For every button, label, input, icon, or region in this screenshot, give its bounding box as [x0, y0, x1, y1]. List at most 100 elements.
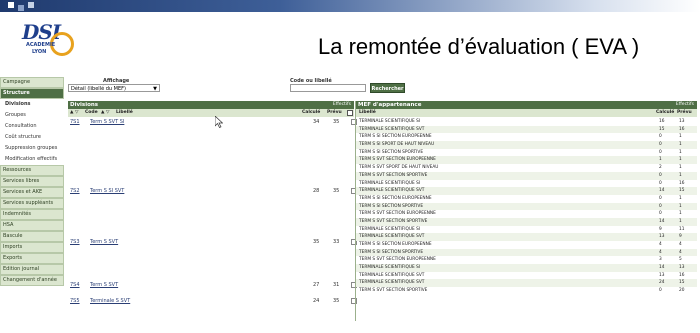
table-row[interactable]: 7S4 Term S SVT 27 31 — [70, 282, 357, 290]
sidebar-item-imports[interactable]: Imports — [0, 242, 64, 253]
mef-libelle: TERM S SI SECTION EUROPEENNE — [359, 195, 432, 201]
list-item: TERM S SVT SECTION EUROPEENNE 1 1 — [356, 156, 697, 165]
division-code-link[interactable]: 7S1 — [70, 119, 80, 125]
table-row[interactable]: 7S1 Term S SVT SI 34 35 — [70, 119, 357, 127]
banner-square — [28, 2, 34, 8]
sidebar-item-services-suppl-ants[interactable]: Services suppléants — [0, 198, 64, 209]
division-code-link[interactable]: 7S3 — [70, 239, 80, 245]
mef-prevu: 1 — [679, 149, 682, 155]
sidebar-item-ressources[interactable]: Ressources — [0, 165, 64, 176]
mef-prevu: 1 — [679, 134, 682, 140]
mef-calcule: 15 — [659, 126, 665, 132]
search-button[interactable]: Rechercher — [370, 83, 405, 93]
mef-prevu: 1 — [679, 218, 682, 224]
division-code-link[interactable]: 7S2 — [70, 188, 80, 194]
mef-libelle: TERM S SI SECTION SPORTIVE — [359, 249, 424, 255]
mef-prevu: 5 — [679, 257, 682, 263]
division-prevu: 35 — [333, 119, 340, 125]
list-item: TERM S SVT SECTION SPORTIVE 0 20 — [356, 287, 697, 295]
mef-calcule: 0 — [659, 195, 662, 201]
sidebar-item-services-libres[interactable]: Services libres — [0, 176, 64, 187]
mef-calcule: 0 — [659, 142, 662, 148]
mef-calcule: 24 — [659, 280, 665, 286]
list-item: TERM S SI SECTION SPORTIVE 0 1 — [356, 149, 697, 157]
list-item: TERMINALE SCIENTIFIQUE SI 14 13 — [356, 264, 697, 272]
mef-prevu: 15 — [679, 188, 685, 194]
sidebar-item-suppression-groupes[interactable]: Suppression groupes — [0, 143, 64, 154]
sidebar-item-divisions[interactable]: Divisions — [0, 99, 64, 110]
dsi-logo: DSI ACADEMIE LYON — [20, 20, 74, 62]
logo-lyon-text: LYON — [32, 49, 47, 55]
division-calcule: 34 — [313, 119, 320, 125]
divisions-header: Divisions Effectifs — [68, 101, 354, 109]
mef-prevu: 13 — [679, 265, 685, 271]
mef-libelle: TERM S SVT SECTION SPORTIVE — [359, 172, 428, 178]
banner-square — [8, 2, 14, 8]
division-prevu: 35 — [333, 298, 340, 304]
sort-libelle-icon[interactable]: ▲ ▽ — [101, 109, 110, 117]
mef-calcule: 0 — [659, 149, 662, 155]
mef-libelle: TERM S SI SECTION EUROPEENNE — [359, 242, 432, 247]
list-item: TERMINALE SCIENTIFIQUE SVT 24 15 — [356, 279, 697, 288]
top-banner — [0, 0, 700, 12]
mef-calcule: 14 — [659, 265, 665, 271]
mef-calcule: 3 — [659, 257, 662, 263]
mef-prevu: 1 — [679, 157, 682, 163]
sidebar-item-consultation[interactable]: Consultation — [0, 121, 64, 132]
sidebar-item-structure[interactable]: Structure — [0, 88, 64, 99]
mef-libelle: TERM S SI SECTION SPORTIVE — [359, 203, 424, 209]
panel-divider — [355, 101, 356, 321]
sidebar-item-campagne[interactable]: Campagne — [0, 77, 64, 88]
mef-prevu: 1 — [679, 203, 682, 209]
sidebar-item-exports[interactable]: Exports — [0, 253, 64, 264]
division-code-link[interactable]: 7S5 — [70, 298, 80, 304]
division-libelle-link[interactable]: Terminale S SVT — [90, 298, 130, 304]
sidebar-item-bascule[interactable]: Bascule — [0, 231, 64, 242]
mef-col-libelle: Libellé — [359, 110, 376, 115]
mef-title: MEF d'appartenance — [358, 102, 422, 108]
mef-prevu: 13 — [679, 119, 685, 124]
mef-calcule: 13 — [659, 234, 665, 240]
col-code[interactable]: Code — [85, 109, 98, 117]
sort-code-icon[interactable]: ▲ ▽ — [70, 109, 79, 117]
division-code-link[interactable]: 7S4 — [70, 282, 80, 288]
code-input[interactable] — [290, 84, 366, 92]
sidebar-item-services-et-ake[interactable]: Services et AKE — [0, 187, 64, 198]
division-calcule: 35 — [313, 239, 320, 245]
mef-prevu: 4 — [679, 242, 682, 247]
mef-prevu: 1 — [679, 142, 682, 148]
sidebar-item-groupes[interactable]: Groupes — [0, 110, 64, 121]
list-item: TERM S SVT SPORT DE HAUT NIVEAU 2 1 — [356, 164, 697, 172]
mef-libelle: TERMINALE SCIENTIFIQUE SVT — [359, 126, 425, 132]
division-prevu: 35 — [333, 188, 340, 194]
mef-calcule: 0 — [659, 134, 662, 140]
affichage-select[interactable]: Détail (libellé du MEF) ▼ — [68, 84, 160, 92]
sidebar-item-modification-effectifs[interactable]: Modification effectifs — [0, 154, 64, 165]
mef-header: MEF d'appartenance Effectifs — [356, 101, 697, 109]
table-row[interactable]: 7S2 Term S SI SVT 28 35 — [70, 188, 357, 196]
table-row[interactable]: 7S5 Terminale S SVT 24 35 — [70, 298, 357, 306]
sidebar-item-changement-d-ann-e[interactable]: Changement d'année — [0, 275, 64, 286]
division-libelle-link[interactable]: Term S SVT — [90, 282, 118, 288]
list-item: TERM S SVT SECTION EUROPEENNE 0 1 — [356, 210, 697, 218]
row-checkbox[interactable] — [351, 298, 357, 304]
division-libelle-link[interactable]: Term S SI SVT — [90, 188, 124, 194]
col-prevu: Prévu — [327, 110, 342, 115]
mef-prevu: 4 — [679, 249, 682, 255]
division-libelle-link[interactable]: Term S SVT SI — [90, 119, 124, 125]
sidebar-item-edition-journal[interactable]: Edition journal — [0, 264, 64, 275]
list-item: TERM S SI SPORT DE HAUT NIVEAU 0 1 — [356, 141, 697, 149]
mef-libelle: TERM S SVT SECTION SPORTIVE — [359, 288, 428, 294]
col-libelle[interactable]: Libellé — [116, 109, 133, 117]
mef-libelle: TERMINALE SCIENTIFIQUE SI — [359, 265, 421, 271]
divisions-title: Divisions — [70, 102, 99, 108]
table-row[interactable]: 7S3 Term S SVT 35 33 — [70, 239, 357, 247]
sidebar-item-hsa[interactable]: HSA — [0, 220, 64, 231]
mef-calcule: 2 — [659, 165, 662, 171]
sidebar-item-co-t-structure[interactable]: Coût structure — [0, 132, 64, 143]
sidebar-item-indemnit-s[interactable]: Indemnités — [0, 209, 64, 220]
select-all-checkbox[interactable] — [347, 110, 353, 116]
list-item: TERM S SVT SECTION SPORTIVE 14 1 — [356, 217, 697, 226]
division-libelle-link[interactable]: Term S SVT — [90, 239, 118, 245]
mef-table: TERMINALE SCIENTIFIQUE SI 16 13 TERMINALE S… — [356, 118, 697, 295]
